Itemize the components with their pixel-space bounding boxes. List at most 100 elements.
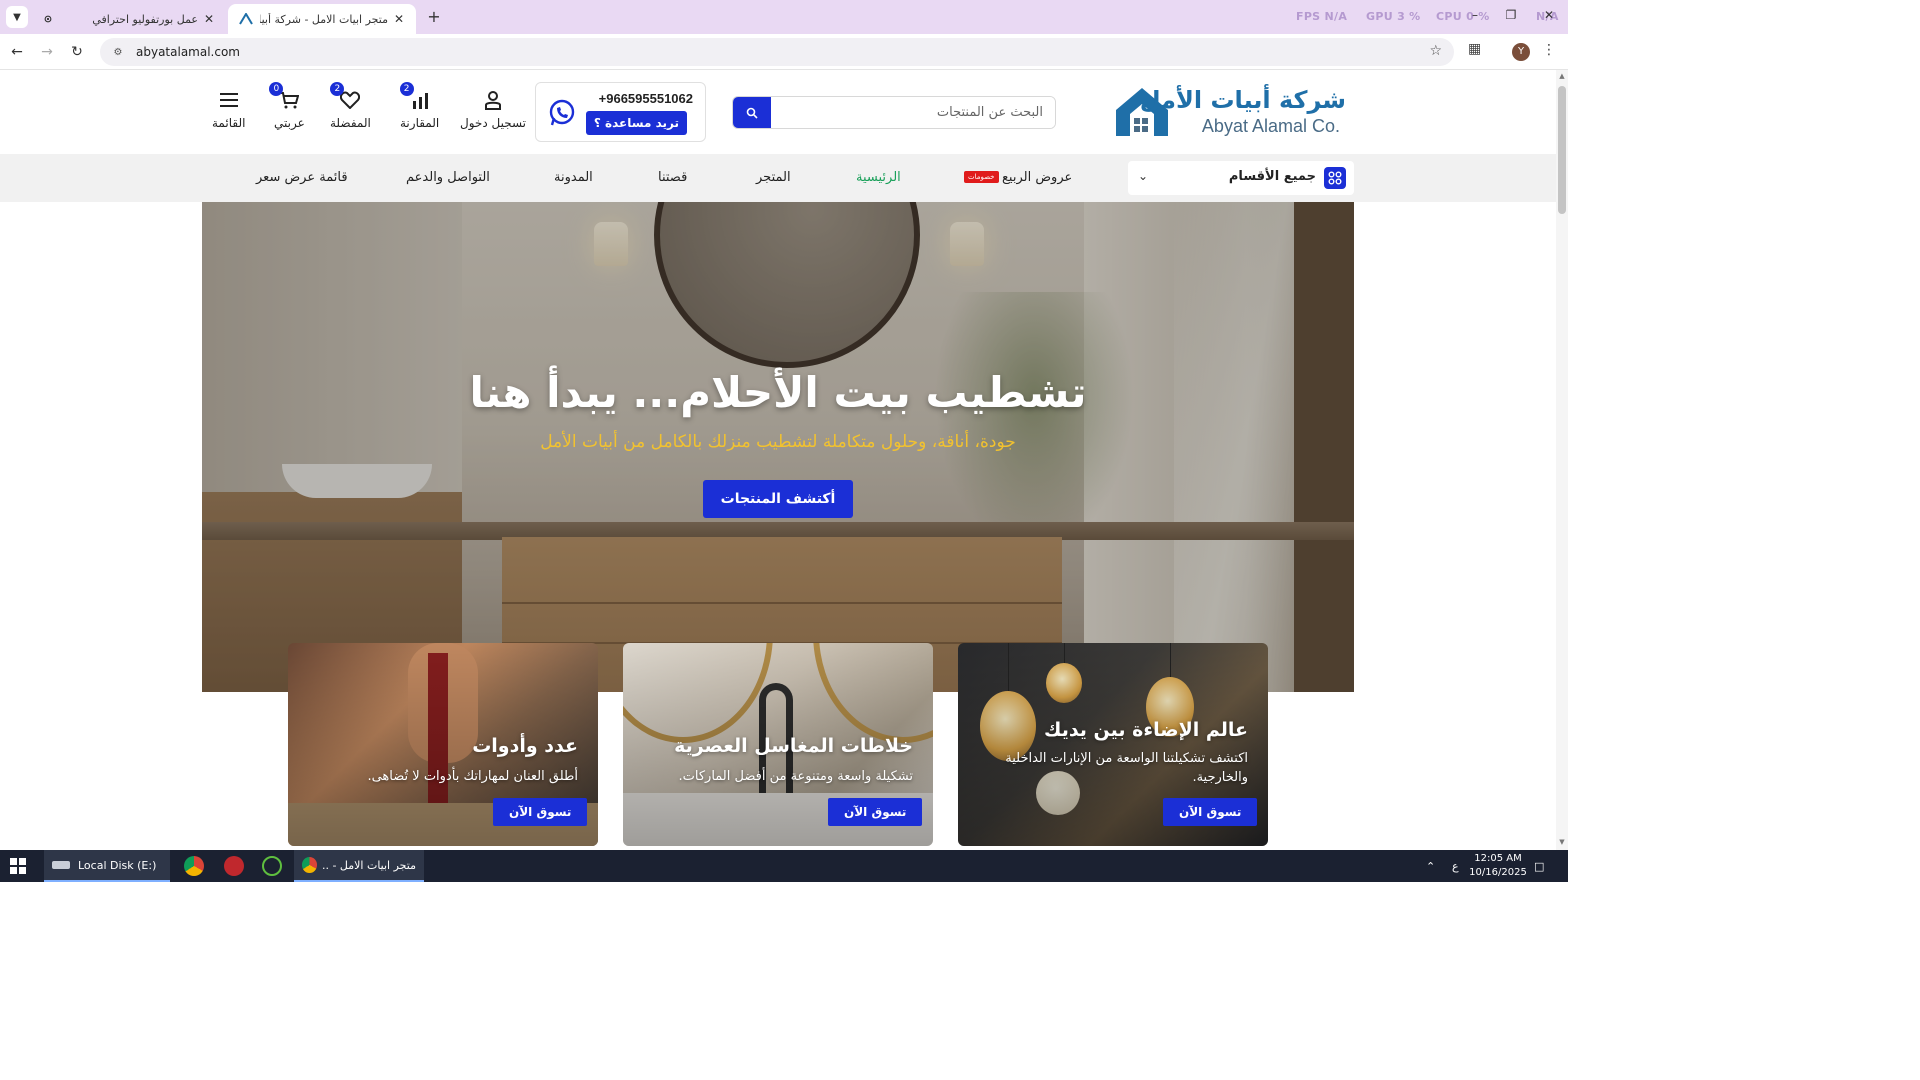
site-info-icon[interactable]: ⚙ <box>110 44 126 60</box>
back-button[interactable]: ← <box>6 41 28 63</box>
shop-now-button[interactable]: تسوق الآن <box>1163 798 1258 826</box>
taskbar-explorer-label: Local Disk (E:) <box>78 858 157 872</box>
cart-action[interactable]: 0 عربتي <box>269 82 305 130</box>
close-icon[interactable]: ✕ <box>392 12 406 26</box>
url-text: abyatalamal.com <box>136 45 240 59</box>
search-icon <box>746 107 758 119</box>
help-box: +966595551062 تريد مساعدة ؟ <box>535 82 706 142</box>
bookmark-star-icon[interactable]: ☆ <box>1429 43 1442 59</box>
scroll-down-icon[interactable]: ▼ <box>1558 838 1566 846</box>
nav-item-home[interactable]: الرئيسية <box>856 170 901 185</box>
gpu-readout: GPU 3 % <box>1366 10 1421 23</box>
product-search <box>732 96 1056 129</box>
gear-icon <box>44 15 52 23</box>
window-close-button[interactable]: ✕ <box>1540 8 1558 26</box>
tab-search-button[interactable]: ▼ <box>6 6 28 28</box>
tab-store[interactable]: متجر ابيات الامل - شركة أبيات الأمل ✕ <box>228 4 416 34</box>
windows-taskbar: Local Disk (E:) متجر ابيات الامل - ... ⌃… <box>0 850 1568 882</box>
clock-date: 10/16/2025 <box>1469 867 1527 878</box>
minimize-button[interactable]: – <box>1466 8 1484 26</box>
hero-title: تشطيب بيت الأحلام... يبدأ هنا <box>469 368 1087 417</box>
forward-button[interactable]: → <box>36 41 58 63</box>
nav-item-store[interactable]: المتجر <box>756 170 791 185</box>
category-card-faucets[interactable]: خلاطات المغاسل العصرية تشكيلة واسعة ومتن… <box>623 643 933 846</box>
card-description: أطلق العنان لمهاراتك بأدوات لا تُضاهى. <box>367 769 578 784</box>
browser-tab-strip: ▼ عمل بورتفوليو احترافي ✕ متجر ابيات الا… <box>0 0 1568 34</box>
chevron-down-icon: ▼ <box>13 11 21 23</box>
system-clock[interactable]: 12:05 AM 10/16/2025 <box>1466 852 1530 880</box>
nav-item-blog[interactable]: المدونة <box>554 170 593 185</box>
page-scrollbar[interactable]: ▲ ▼ <box>1556 70 1568 850</box>
search-input[interactable] <box>771 97 1055 128</box>
card-description: تشكيلة واسعة ومتنوعة من أفضل الماركات. <box>678 769 913 784</box>
cart-label: عربتي <box>274 116 305 130</box>
nav-item-our-story[interactable]: قصتنا <box>658 170 687 185</box>
all-categories-label: جميع الأقسام <box>1228 169 1316 184</box>
wishlist-label: المفضلة <box>330 116 371 130</box>
browser-toolbar: ← → ↻ ⚙ abyatalamal.com ☆ <box>0 34 1568 70</box>
search-button[interactable] <box>733 97 771 128</box>
tab-title: عمل بورتفوليو احترافي <box>92 12 198 26</box>
app-red-icon[interactable] <box>224 856 244 876</box>
restore-button[interactable]: ❐ <box>1502 8 1520 26</box>
user-icon <box>481 88 505 112</box>
extensions-icon[interactable]: ▦ <box>1468 41 1481 57</box>
login-label: تسجيل دخول <box>460 116 526 130</box>
tray-chevron-icon[interactable]: ⌃ <box>1426 850 1435 882</box>
scroll-up-icon[interactable]: ▲ <box>1558 72 1566 80</box>
reload-button[interactable]: ↻ <box>66 41 88 63</box>
drive-icon <box>52 861 70 869</box>
heart-icon: 2 <box>330 82 362 112</box>
fps-readout: FPS N/A <box>1296 10 1348 23</box>
help-phone[interactable]: +966595551062 <box>599 91 693 106</box>
shop-now-button[interactable]: تسوق الآن <box>493 798 588 826</box>
scroll-thumb[interactable] <box>1558 86 1566 214</box>
notifications-icon[interactable]: □ <box>1534 850 1544 882</box>
tab-title: متجر ابيات الامل - شركة أبيات الأمل <box>260 12 388 26</box>
nav-item-spring-offers[interactable]: عروض الربيع <box>1002 170 1072 185</box>
main-nav: جميع الأقسام ⌄ عروض الربيع الرئيسية المت… <box>0 154 1556 202</box>
site-logo[interactable]: شركة أبيات الأمل Abyat Alamal Co. <box>1112 84 1348 138</box>
shop-now-button[interactable]: تسوق الآن <box>828 798 923 826</box>
browser-menu-icon[interactable]: ⋮ <box>1542 42 1556 58</box>
grid-icon <box>1324 167 1346 189</box>
nav-item-contact[interactable]: التواصل والدعم <box>406 170 490 185</box>
category-card-lighting[interactable]: عالم الإضاءة بين يديك اكتشف تشكيلتنا الو… <box>958 643 1268 846</box>
site-header: شركة أبيات الأمل Abyat Alamal Co. +96659… <box>0 70 1556 154</box>
help-button[interactable]: تريد مساعدة ؟ <box>585 111 687 135</box>
category-card-tools[interactable]: عدد وأدوات أطلق العنان لمهاراتك بأدوات ل… <box>288 643 598 846</box>
cart-icon: 0 <box>269 82 301 112</box>
profile-avatar[interactable]: Y <box>1512 43 1530 61</box>
chevron-down-icon: ⌄ <box>1138 169 1149 183</box>
taskbar-chrome-window[interactable]: متجر ابيات الامل - ... <box>294 850 424 882</box>
compare-count-badge: 2 <box>399 82 414 96</box>
all-categories-dropdown[interactable]: جميع الأقسام ⌄ <box>1128 161 1354 195</box>
nav-item-quote-list[interactable]: قائمة عرض سعر <box>256 170 348 185</box>
discount-badge: خصومات <box>964 171 999 183</box>
site-favicon-icon <box>238 12 254 26</box>
card-title: عالم الإضاءة بين يديك <box>1044 719 1248 741</box>
address-bar[interactable]: ⚙ abyatalamal.com ☆ <box>100 38 1454 66</box>
taskbar-explorer[interactable]: Local Disk (E:) <box>44 850 170 882</box>
whatsapp-icon[interactable] <box>546 97 578 129</box>
clock-time: 12:05 AM <box>1474 853 1522 864</box>
taskbar-chrome-label: متجر ابيات الامل - ... <box>323 858 416 872</box>
wishlist-action[interactable]: 2 المفضلة <box>330 82 371 130</box>
compare-action[interactable]: 2 المقارنة <box>399 82 439 130</box>
chrome-icon[interactable] <box>184 856 204 876</box>
login-action[interactable]: تسجيل دخول <box>460 88 526 130</box>
close-icon[interactable]: ✕ <box>202 12 216 26</box>
new-tab-button[interactable]: + <box>424 7 444 27</box>
windows-start-icon[interactable] <box>10 858 26 874</box>
logo-text-en: Abyat Alamal Co. <box>1201 116 1340 136</box>
reload-icon: ↻ <box>71 44 83 60</box>
pinned-tab[interactable] <box>34 4 62 34</box>
hero-subtitle: جودة، أناقة، وحلول متكاملة لتشطيب منزلك … <box>540 432 1016 452</box>
tab-portfolio[interactable]: عمل بورتفوليو احترافي ✕ <box>80 4 226 34</box>
card-description: اكتشف تشكيلتنا الواسعة من الإنارات الداخ… <box>1005 751 1248 785</box>
menu-action[interactable]: القائمة <box>212 88 245 130</box>
app-green-icon[interactable] <box>262 856 282 876</box>
arrow-right-icon: → <box>41 44 53 60</box>
input-language[interactable]: ع <box>1452 850 1459 882</box>
discover-products-button[interactable]: أكتشف المنتجات <box>703 480 853 518</box>
